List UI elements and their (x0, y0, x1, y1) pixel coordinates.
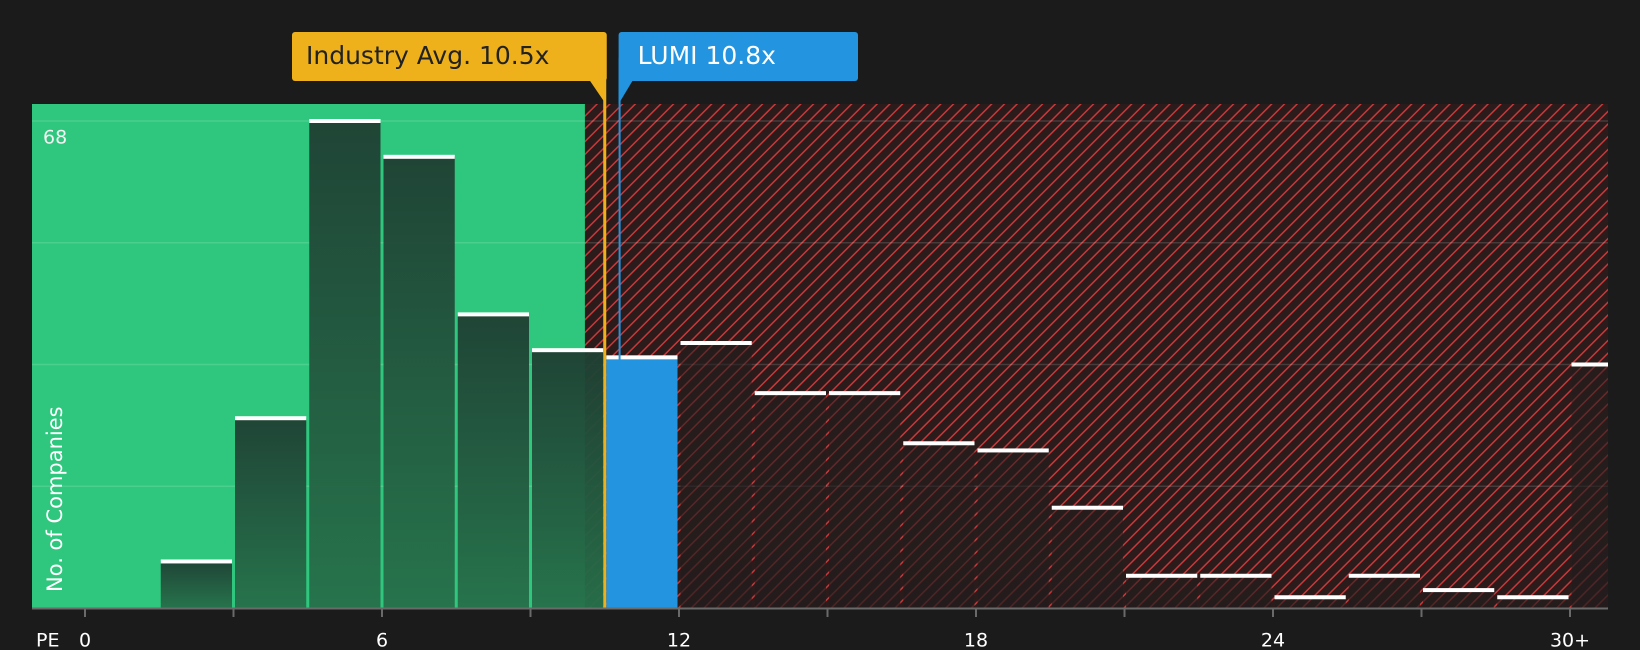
bar-top-cap (1051, 505, 1123, 510)
x-tick-label: 6 (376, 630, 388, 650)
histogram-bar (1051, 507, 1123, 608)
bar-top-cap (680, 341, 752, 346)
company-label: LUMI 10.8x (638, 41, 776, 70)
bar-top-cap (1571, 362, 1608, 367)
industry-avg-pointer (588, 79, 606, 104)
company-pointer (618, 79, 634, 104)
histogram-bar (829, 393, 901, 608)
histogram-bar (1571, 364, 1608, 608)
bar-top-cap (829, 391, 901, 396)
bar-top-cap (457, 312, 529, 317)
histogram-bar (457, 314, 529, 608)
histogram-bar (383, 156, 455, 608)
histogram-bar (1126, 575, 1198, 608)
histogram-bar (1348, 575, 1420, 608)
histogram-bar (1423, 590, 1495, 608)
pe-distribution-chart: Industry Avg. 10.5x LUMI 10.8x 0 6 12 18 24 30… (32, 32, 1608, 650)
bar-top-cap (1274, 595, 1346, 600)
x-tick-label: 24 (1261, 630, 1285, 650)
industry-avg-label: Industry Avg. 10.5x (306, 41, 549, 70)
bar-top-cap (977, 448, 1049, 453)
histogram-bar (532, 350, 604, 608)
x-tick-label: 0 (79, 630, 91, 650)
bar-top-cap (606, 355, 678, 360)
histogram-bar (1200, 575, 1272, 608)
y-max-label: 68 (43, 127, 67, 149)
histogram-bar (903, 443, 975, 608)
x-axis-label: PE (36, 630, 59, 650)
bar-top-cap (1200, 573, 1272, 578)
histogram-bar (160, 561, 232, 608)
x-tick-label: 18 (964, 630, 988, 650)
bar-top-cap (383, 154, 455, 159)
bar-top-cap (754, 391, 826, 396)
bar-top-cap (903, 441, 975, 446)
histogram-bar (235, 418, 307, 608)
bar-top-cap (1497, 595, 1569, 600)
histogram-bar (977, 450, 1049, 608)
bar-top-cap (235, 416, 307, 421)
histogram-bar (754, 393, 826, 608)
bar-top-cap (1423, 588, 1495, 593)
x-tick-label: 30+ (1550, 630, 1590, 650)
histogram-bar (680, 343, 752, 608)
bar-top-cap (309, 119, 381, 123)
x-tick-label: 12 (667, 630, 691, 650)
bar-top-cap (160, 559, 232, 564)
x-axis: 0 6 12 18 24 30+ (32, 607, 1608, 650)
bar-top-cap (1348, 573, 1420, 578)
bar-top-cap (532, 348, 604, 353)
bar-top-cap (1126, 573, 1198, 578)
histogram-bar (309, 121, 381, 608)
histogram-bar (606, 357, 678, 608)
y-axis-label: No. of Companies (43, 406, 67, 592)
